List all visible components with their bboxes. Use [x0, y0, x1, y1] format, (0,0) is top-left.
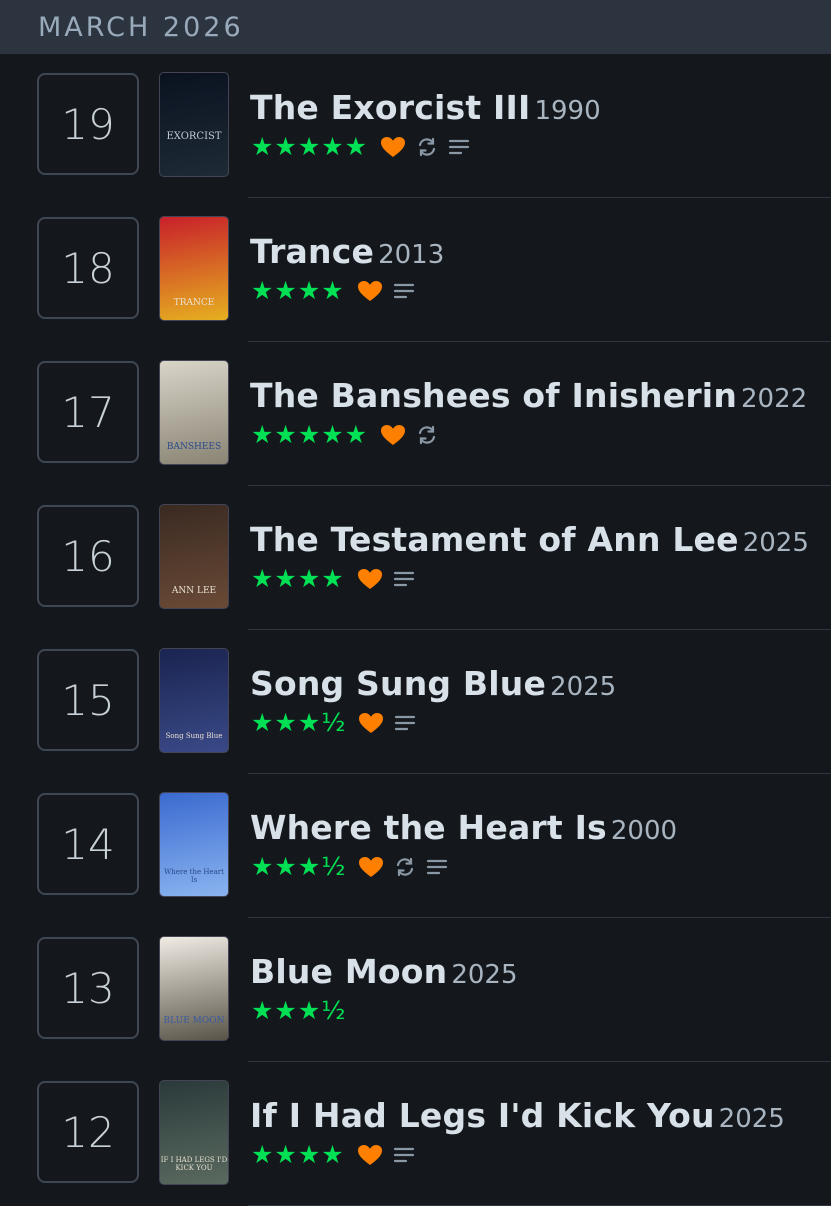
review-icon[interactable]: [448, 137, 470, 157]
entry-meta: ★★★½: [251, 852, 448, 881]
review-icon[interactable]: [393, 1145, 415, 1165]
film-year[interactable]: 2013: [378, 240, 444, 270]
star-rating: ★★★★★: [251, 420, 369, 449]
entry-meta: ★★★½: [251, 708, 416, 737]
poster-caption: Song Sung Blue: [165, 732, 223, 740]
rewatch-icon: [394, 856, 416, 878]
entry-meta: ★★★★: [251, 1140, 415, 1169]
review-icon[interactable]: [393, 281, 415, 301]
day-box[interactable]: 16: [37, 505, 139, 607]
day-number: 15: [61, 675, 115, 725]
heart-icon: [380, 424, 406, 446]
title-line: Song Sung Blue 2025: [250, 664, 616, 703]
heart-icon: [358, 712, 384, 734]
heart-icon: [357, 280, 383, 302]
day-number: 18: [61, 243, 115, 293]
film-poster[interactable]: BLUE MOON: [159, 936, 229, 1041]
film-year[interactable]: 2025: [743, 528, 809, 558]
film-title[interactable]: Blue Moon: [250, 952, 447, 991]
diary-entry[interactable]: 15 Song Sung Blue Song Sung Blue 2025 ★★★½: [0, 630, 831, 774]
film-title[interactable]: The Banshees of Inisherin: [250, 376, 737, 415]
poster-caption: BLUE MOON: [163, 1016, 225, 1026]
entry-meta: ★★★★: [251, 276, 415, 305]
day-number: 19: [61, 99, 115, 149]
day-number: 13: [61, 963, 115, 1013]
title-line: Where the Heart Is 2000: [250, 808, 677, 847]
diary-entry[interactable]: 14 Where the Heart Is Where the Heart Is 20…: [0, 774, 831, 918]
film-poster[interactable]: TRANCE: [159, 216, 229, 321]
title-line: The Testament of Ann Lee 2025: [250, 520, 809, 559]
film-poster[interactable]: IF I HAD LEGS I'D KICK YOU: [159, 1080, 229, 1185]
day-box[interactable]: 12: [37, 1081, 139, 1183]
film-poster[interactable]: Song Sung Blue: [159, 648, 229, 753]
day-number: 12: [61, 1107, 115, 1157]
diary-entry[interactable]: 16 ANN LEE The Testament of Ann Lee 2025 ★★★…: [0, 486, 831, 630]
day-box[interactable]: 18: [37, 217, 139, 319]
star-rating: ★★★★: [251, 1140, 345, 1169]
film-title[interactable]: Where the Heart Is: [250, 808, 607, 847]
poster-caption: EXORCIST: [166, 131, 222, 142]
review-icon[interactable]: [426, 857, 448, 877]
day-box[interactable]: 13: [37, 937, 139, 1039]
diary-entry[interactable]: 12 IF I HAD LEGS I'D KICK YOU If I Had Leg…: [0, 1062, 831, 1206]
poster-caption: Where the Heart Is: [164, 868, 224, 884]
diary-entry[interactable]: 17 BANSHEES The Banshees of Inisherin 2022 ★…: [0, 342, 831, 486]
entry-meta: ★★★★★: [251, 420, 438, 449]
day-box[interactable]: 15: [37, 649, 139, 751]
month-header: MARCH 2026: [0, 0, 831, 54]
film-title[interactable]: Song Sung Blue: [250, 664, 546, 703]
rewatch-icon: [416, 424, 438, 446]
film-year[interactable]: 1990: [534, 96, 600, 126]
entry-meta: ★★★★★: [251, 132, 470, 161]
star-rating: ★★★★: [251, 564, 345, 593]
heart-icon: [357, 1144, 383, 1166]
poster-caption: TRANCE: [173, 298, 215, 308]
film-title[interactable]: The Exorcist III: [250, 88, 530, 127]
film-title[interactable]: If I Had Legs I'd Kick You: [250, 1096, 715, 1135]
day-box[interactable]: 19: [37, 73, 139, 175]
heart-icon: [380, 136, 406, 158]
title-line: The Exorcist III 1990: [250, 88, 601, 127]
poster-caption: ANN LEE: [171, 586, 217, 596]
title-line: Blue Moon 2025: [250, 952, 517, 991]
title-line: Trance 2013: [250, 232, 444, 271]
film-poster[interactable]: Where the Heart Is: [159, 792, 229, 897]
heart-icon: [358, 856, 384, 878]
star-rating: ★★★★★: [251, 132, 369, 161]
title-line: The Banshees of Inisherin 2022: [250, 376, 807, 415]
poster-caption: BANSHEES: [166, 442, 222, 452]
day-box[interactable]: 17: [37, 361, 139, 463]
film-year[interactable]: 2025: [451, 960, 517, 990]
film-year[interactable]: 2025: [550, 672, 616, 702]
entry-meta: ★★★★: [251, 564, 415, 593]
film-title[interactable]: The Testament of Ann Lee: [250, 520, 739, 559]
day-number: 16: [61, 531, 115, 581]
diary-list: 19 EXORCIST The Exorcist III 1990 ★★★★★ 18 TRA…: [0, 54, 831, 1206]
day-number: 17: [61, 387, 115, 437]
month-label: MARCH 2026: [38, 11, 244, 43]
film-year[interactable]: 2022: [741, 384, 807, 414]
entry-meta: ★★★½: [251, 996, 346, 1025]
film-poster[interactable]: BANSHEES: [159, 360, 229, 465]
film-poster[interactable]: EXORCIST: [159, 72, 229, 177]
film-year[interactable]: 2025: [719, 1104, 785, 1134]
poster-caption: IF I HAD LEGS I'D KICK YOU: [160, 1156, 228, 1172]
star-rating: ★★★½: [251, 852, 347, 881]
day-box[interactable]: 14: [37, 793, 139, 895]
diary-entry[interactable]: 13 BLUE MOON Blue Moon 2025 ★★★½: [0, 918, 831, 1062]
review-icon[interactable]: [394, 713, 416, 733]
heart-icon: [357, 568, 383, 590]
diary-entry[interactable]: 19 EXORCIST The Exorcist III 1990 ★★★★★: [0, 54, 831, 198]
star-rating: ★★★½: [251, 708, 347, 737]
diary-entry[interactable]: 18 TRANCE Trance 2013 ★★★★: [0, 198, 831, 342]
film-poster[interactable]: ANN LEE: [159, 504, 229, 609]
film-year[interactable]: 2000: [611, 816, 677, 846]
film-title[interactable]: Trance: [250, 232, 374, 271]
star-rating: ★★★★: [251, 276, 345, 305]
day-number: 14: [61, 819, 115, 869]
title-line: If I Had Legs I'd Kick You 2025: [250, 1096, 785, 1135]
rewatch-icon: [416, 136, 438, 158]
review-icon[interactable]: [393, 569, 415, 589]
star-rating: ★★★½: [251, 996, 347, 1025]
